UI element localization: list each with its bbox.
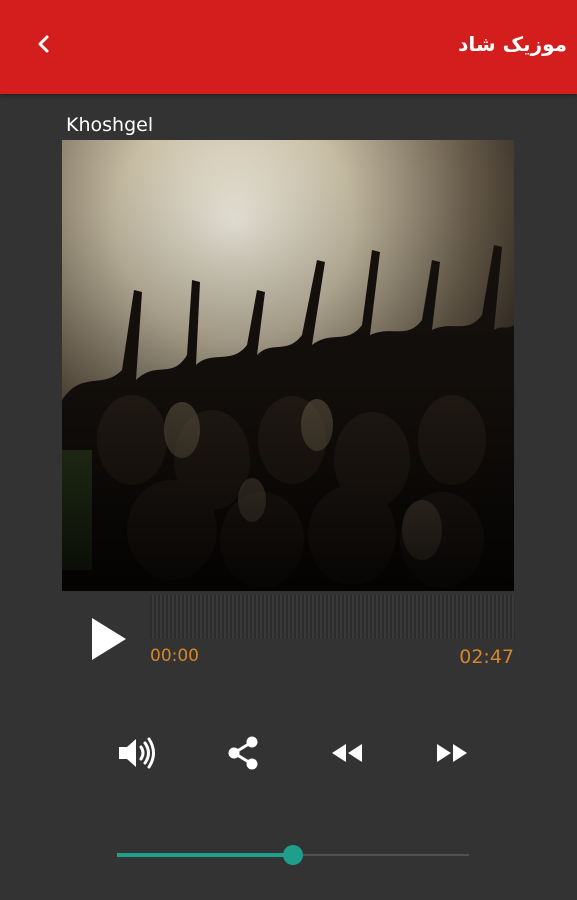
song-title: Khoshgel [66,114,154,136]
volume-button[interactable] [115,733,159,777]
fast-forward-button[interactable] [430,733,474,777]
album-cover-image [62,140,514,591]
waveform-seekbar[interactable] [150,595,515,639]
total-time: 02:47 [459,646,514,668]
share-icon [225,735,261,775]
play-button[interactable] [82,612,136,666]
volume-slider[interactable] [117,842,469,868]
play-icon [82,618,136,670]
share-button[interactable] [221,733,265,777]
music-player-screen: موزیک شاد Khoshgel 00:00 02:47 [0,0,577,900]
fast-forward-icon [434,741,470,769]
back-button[interactable] [24,26,64,66]
slider-thumb[interactable] [283,845,303,865]
chevron-left-icon [33,33,55,59]
rewind-icon [329,741,365,769]
rewind-button[interactable] [325,733,369,777]
app-title: موزیک شاد [458,32,567,56]
slider-fill [117,853,293,857]
app-bar: موزیک شاد [0,0,577,94]
current-time: 00:00 [150,646,199,666]
volume-icon [116,735,158,775]
